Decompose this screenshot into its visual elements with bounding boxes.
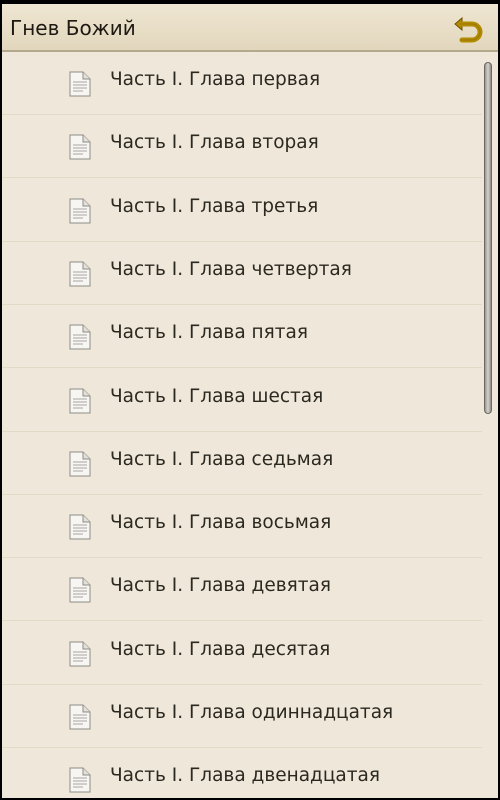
list-item[interactable]: Часть I. Глава шестая bbox=[2, 369, 482, 432]
chapter-label: Часть I. Глава первая bbox=[110, 69, 321, 90]
document-icon bbox=[69, 261, 91, 287]
device-frame: Гнев Божий Часть I. Глава первая Часть I.… bbox=[0, 0, 500, 800]
document-icon bbox=[69, 324, 91, 350]
list-item[interactable]: Часть I. Глава пятая bbox=[2, 305, 482, 369]
list-item[interactable]: Часть I. Глава первая bbox=[2, 52, 482, 115]
chapter-label: Часть I. Глава десятая bbox=[110, 638, 331, 660]
chapter-label: Часть I. Глава третья bbox=[110, 195, 319, 217]
chapter-label: Часть I. Глава девятая bbox=[110, 575, 331, 597]
title-bar: Гнев Божий bbox=[2, 4, 498, 52]
scrollbar[interactable] bbox=[484, 62, 492, 414]
page-title: Гнев Божий bbox=[10, 16, 136, 40]
document-icon bbox=[69, 641, 91, 667]
document-icon bbox=[69, 451, 91, 477]
document-icon bbox=[69, 767, 91, 793]
document-icon bbox=[69, 388, 91, 413]
chapter-list: Часть I. Глава первая Часть I. Глава втор… bbox=[2, 52, 498, 798]
document-icon bbox=[69, 704, 91, 730]
chapter-label: Часть I. Глава пятая bbox=[110, 322, 308, 344]
list-item[interactable]: Часть I. Глава третья bbox=[2, 179, 482, 242]
list-item[interactable]: Часть I. Глава вторая bbox=[2, 115, 482, 179]
document-icon bbox=[69, 71, 91, 97]
list-item[interactable]: Часть I. Глава двенадцатая bbox=[2, 748, 482, 798]
chapter-label: Часть I. Глава двенадцатая bbox=[110, 765, 381, 787]
list-item[interactable]: Часть I. Глава четвертая bbox=[2, 242, 482, 305]
document-icon bbox=[69, 577, 91, 603]
list-item[interactable]: Часть I. Глава восьмая bbox=[2, 495, 482, 559]
document-icon bbox=[69, 134, 91, 160]
back-button[interactable] bbox=[450, 10, 486, 46]
back-arrow-icon bbox=[454, 16, 483, 43]
chapter-label: Часть I. Глава седьмая bbox=[110, 448, 334, 470]
chapter-label: Часть I. Глава восьмая bbox=[110, 512, 332, 534]
list-item[interactable]: Часть I. Глава десятая bbox=[2, 622, 482, 685]
app-screen: Гнев Божий Часть I. Глава первая Часть I.… bbox=[2, 4, 498, 798]
document-icon bbox=[69, 514, 91, 540]
chapter-label: Часть I. Глава четвертая bbox=[110, 258, 352, 280]
list-item[interactable]: Часть I. Глава девятая bbox=[2, 558, 482, 622]
list-item[interactable]: Часть I. Глава седьмая bbox=[2, 432, 482, 495]
list-item[interactable]: Часть I. Глава одиннадцатая bbox=[2, 685, 482, 748]
chapter-label: Часть I. Глава шестая bbox=[110, 385, 324, 407]
chapter-label: Часть I. Глава вторая bbox=[110, 132, 319, 154]
chapter-label: Часть I. Глава одиннадцатая bbox=[110, 702, 394, 723]
document-icon bbox=[69, 198, 91, 224]
